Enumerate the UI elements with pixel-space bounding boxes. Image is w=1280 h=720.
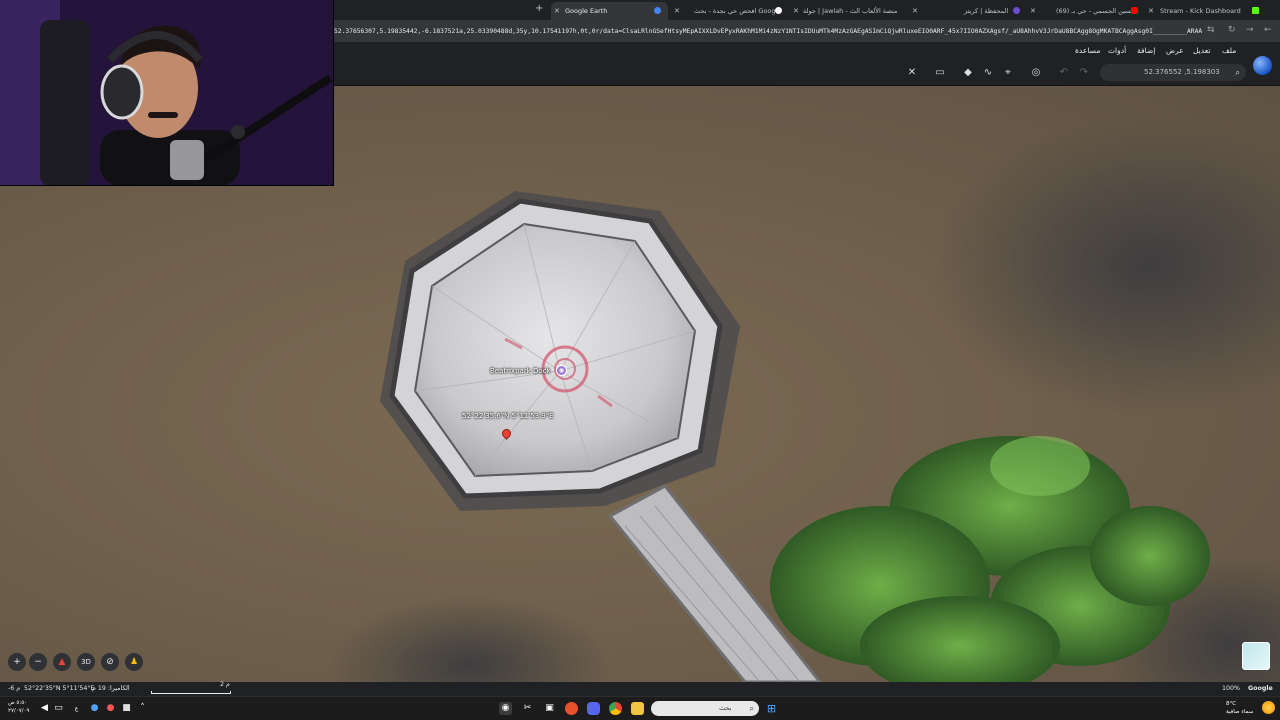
trees [770,436,1210,682]
capcut-icon[interactable]: ✂ [521,702,534,715]
new-tab-icon[interactable]: + [535,3,543,14]
place-label[interactable]: Beatrixpark Dock [490,367,551,375]
measure-icon[interactable]: ▭ [933,66,947,80]
close-icon[interactable]: ✕ [554,2,560,20]
weather-widget[interactable]: 8°C سماء صافية [1226,700,1253,716]
tab-youtube[interactable]: ✕ (69) حسين الجسمي - حي بـ [1028,2,1144,20]
search-value: 52.376552 ,5.198303 [1144,68,1220,76]
scale-value: 2 م [220,681,230,688]
zoom-out-button[interactable]: − [29,653,47,671]
tab-title: Google Earth [565,7,608,15]
map-style-thumbnail[interactable] [1242,642,1270,670]
tab-title: المحفظة | كريتز [964,7,1009,15]
network-icon[interactable]: ▭ [52,702,65,715]
pegman-icon[interactable]: ♟ [125,653,143,671]
zoom-level: 100% [1222,685,1241,692]
chevron-up-icon[interactable]: ˄ [136,702,149,715]
path-icon[interactable]: ∿ [981,66,995,80]
camera-icon[interactable]: ◉ [556,365,567,376]
camera-altitude: الكاميرا: 19 م [92,685,130,692]
forward-icon[interactable]: → [1246,25,1254,35]
layers-icon[interactable]: ◆ [961,66,975,80]
menu-tools[interactable]: أدوات [1108,46,1126,55]
clock-time: ٥:٥٠ ص [8,700,28,706]
status-bar: -6 م 52°22'35"N 5°11'54"E الكاميرا: 19 م… [0,681,1280,696]
cursor-coords: 52°22'35"N 5°11'54"E [24,685,95,692]
weather-icon[interactable] [1262,701,1275,714]
earth-icon [654,7,661,14]
menu-help[interactable]: مساعدة [1075,46,1100,55]
deep-water [330,596,610,682]
volume-icon[interactable]: ◀ [38,702,51,715]
app-red-icon[interactable] [565,702,578,715]
app-obs-icon[interactable]: ◉ [499,702,512,715]
google-logo: Google [1248,685,1273,692]
weather-temp: 8°C [1226,701,1237,707]
windows-start-icon[interactable]: ⊞ [765,702,778,715]
tune-icon[interactable]: ⇆ [1207,25,1215,35]
folder-icon[interactable] [631,702,644,715]
search-placeholder: بحث [719,704,732,712]
close-icon[interactable]: ✕ [1148,2,1154,20]
discord-icon[interactable]: ■ [120,702,133,715]
close-icon[interactable]: ✕ [912,2,918,20]
wallet-icon [1013,7,1020,14]
compass-icon[interactable]: ▲ [53,653,71,671]
task-view-icon[interactable]: ▣ [543,702,556,715]
tab-google-earth[interactable]: ✕ Google Earth [551,2,668,20]
back-icon[interactable]: ← [1264,25,1272,35]
tab-google-search[interactable]: ✕ افحص حي بجدة - بحث Google [672,2,787,20]
placemark-icon[interactable]: ⌖ [1001,66,1015,80]
tab-title: (69) حسين الجسمي - حي بـ [1056,7,1135,15]
chrome-icon[interactable] [609,702,622,715]
history-icon[interactable]: ◎ [1029,66,1043,80]
profile-avatar[interactable] [1253,56,1272,75]
view-3d-button[interactable]: 3D [77,653,95,671]
clear-icon[interactable]: ✕ [905,66,919,80]
scale-bar [151,691,231,694]
reload-icon[interactable]: ↻ [1228,25,1236,35]
close-icon[interactable]: ✕ [674,2,680,20]
system-clock[interactable]: ٥:٥٠ ص ٢٧/٠٧/٠٩ [8,699,29,715]
search-icon[interactable]: ⌕ [1236,64,1240,81]
tab-jawlah[interactable]: ✕ جولة | Jawlah - منصة الألعاب الث [791,2,909,20]
bluetooth-icon[interactable]: ● [88,702,101,715]
webcam-overlay [0,0,334,186]
tilt-icon[interactable]: ⊘ [101,653,119,671]
deep-water [930,116,1280,416]
search-input[interactable]: 52.376552 ,5.198303 ⌕ [1100,64,1246,81]
google-icon [775,7,782,14]
streamer-webcam-image [0,0,333,185]
app-tray-icon[interactable]: ● [104,702,117,715]
tab-wallet[interactable]: ✕ المحفظة | كريتز [910,2,1025,20]
elevation: -6 م [8,685,21,692]
clock-date: ٢٧/٠٧/٠٩ [8,708,30,714]
zoom-in-button[interactable]: + [8,653,26,671]
tab-kick[interactable]: ✕ Stream - Kick Dashboard [1146,2,1264,20]
redo-icon[interactable]: ↷ [1077,66,1091,80]
menu-view[interactable]: عرض [1166,46,1184,55]
menu-add[interactable]: إضافة [1137,46,1155,55]
close-icon[interactable]: ✕ [1030,2,1036,20]
close-icon[interactable]: ✕ [793,2,799,20]
language-indicator[interactable]: ع [70,702,83,715]
undo-icon[interactable]: ↶ [1057,66,1071,80]
search-icon: ⌕ [749,704,754,713]
tab-title: افحص حي بجدة - بحث Google [694,7,782,15]
kick-icon [1252,7,1259,14]
coordinate-label: 52°22'35.6"N 5°11'53.9"E [462,412,554,420]
tab-title: جولة | Jawlah - منصة الألعاب الث [803,7,898,15]
taskbar: ٥:٥٠ ص ٢٧/٠٧/٠٩ ◀ ▭ ع ● ● ■ ˄ ◉ ✂ ▣ بحث … [0,696,1280,720]
url-field[interactable]: 52.37656307,5.19835442,-6.1837521a,25.03… [334,26,1202,38]
youtube-icon [1131,7,1138,14]
menu-edit[interactable]: تعديل [1193,46,1210,55]
tab-title: Stream - Kick Dashboard [1160,7,1241,15]
weather-text: سماء صافية [1226,709,1254,715]
app-purple-icon[interactable] [587,702,600,715]
taskbar-search[interactable]: بحث ⌕ [651,701,759,716]
menu-file[interactable]: ملف [1222,46,1236,55]
